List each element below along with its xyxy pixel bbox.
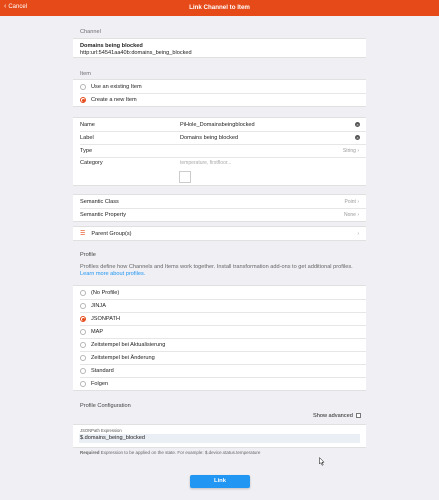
item-details-card: Name PiHole_Domainsbeingblocked × Label … [73, 117, 366, 186]
radio-icon [80, 302, 86, 309]
profile-option[interactable]: Zeitstempel bei Änderung [73, 351, 366, 364]
radio-icon [80, 328, 86, 335]
radio-icon [80, 83, 86, 90]
category-icon-box[interactable] [179, 171, 191, 183]
name-label: Name [80, 121, 95, 128]
label-row: Label Domains being blocked × [73, 131, 366, 144]
type-row[interactable]: Type String › [73, 144, 366, 157]
jsonpath-field-label: JSONPath Expression [80, 428, 122, 433]
profile-option[interactable]: MAP [73, 325, 366, 338]
learn-more-link[interactable]: Learn more about profiles. [80, 271, 145, 277]
radio-icon [80, 289, 86, 296]
channel-section-title: Channel [80, 29, 101, 35]
chevron-right-icon: › [357, 230, 359, 237]
parent-groups-label: Parent Group(s) [91, 230, 132, 237]
type-label: Type [80, 147, 93, 154]
radio-selected-icon [80, 315, 86, 322]
profile-option[interactable]: Folgen [73, 377, 366, 390]
semantic-class-label: Semantic Class [80, 198, 119, 205]
profile-section-title: Profile [80, 252, 96, 258]
category-label: Category [80, 160, 103, 166]
name-row: Name PiHole_Domainsbeingblocked × [73, 118, 366, 131]
checkbox-icon[interactable] [355, 413, 361, 419]
field-hint: Required Expression to be applied on the… [80, 450, 261, 455]
profile-config-title: Profile Configuration [80, 403, 131, 409]
channel-card: Domains being blocked http:url:54541aa40… [73, 38, 366, 58]
profile-option[interactable]: JINJA [73, 299, 366, 312]
option-label: Create a new Item [91, 96, 137, 103]
channel-name: Domains being blocked [80, 43, 143, 49]
group-list-icon: ☰ [80, 231, 86, 237]
clear-icon[interactable]: × [355, 135, 360, 140]
radio-icon [80, 367, 86, 374]
semantic-class-row[interactable]: Semantic Class Point › [73, 195, 366, 208]
label-label: Label [80, 134, 94, 141]
label-input[interactable]: Domains being blocked [180, 135, 355, 141]
radio-icon [80, 354, 86, 361]
navbar: ‹ Cancel Link Channel to Item [0, 0, 439, 16]
radio-icon [80, 380, 86, 387]
type-value: String › [342, 147, 359, 154]
profile-option[interactable]: JSONPATH [73, 312, 366, 325]
mouse-pointer-icon [319, 457, 325, 466]
semantic-property-row[interactable]: Semantic Property None › [73, 208, 366, 221]
show-advanced-toggle[interactable]: Show advanced [313, 413, 361, 419]
category-input[interactable]: temperature, firstfloor... [180, 160, 366, 166]
link-button[interactable]: Link [190, 475, 250, 488]
item-mode-card: Use an existing Item Create a new Item [73, 79, 366, 107]
option-label: Use an existing Item [91, 83, 142, 90]
clear-icon[interactable]: × [355, 122, 360, 127]
radio-selected-icon [80, 96, 86, 103]
use-existing-item-option[interactable]: Use an existing Item [73, 80, 366, 93]
profile-config-card: JSONPath Expression $.domains_being_bloc… [73, 424, 366, 448]
semantic-property-label: Semantic Property [80, 211, 127, 218]
semantic-property-value: None › [343, 211, 359, 218]
profile-option[interactable]: Standard [73, 364, 366, 377]
create-new-item-option[interactable]: Create a new Item [73, 93, 366, 106]
channel-uid: http:url:54541aa40b:domains_being_blocke… [80, 50, 192, 56]
profile-description: Profiles define how Channels and Items w… [80, 264, 353, 277]
profile-options-card: (No Profile) JINJA JSONPATH MAP Zeitstem… [73, 285, 366, 391]
profile-option[interactable]: (No Profile) [73, 286, 366, 299]
page-title: Link Channel to Item [189, 4, 250, 11]
category-row: Category temperature, firstfloor... [73, 157, 366, 187]
semantic-class-value: Point › [344, 198, 359, 205]
name-input[interactable]: PiHole_Domainsbeingblocked [180, 122, 355, 128]
item-section-title: Item [80, 71, 91, 77]
jsonpath-input[interactable]: $.domains_being_blocked [79, 434, 360, 443]
groups-card: ☰ Parent Group(s) › [73, 226, 366, 241]
semantics-card: Semantic Class Point › Semantic Property… [73, 194, 366, 222]
profile-option[interactable]: Zeitstempel bei Aktualisierung [73, 338, 366, 351]
radio-icon [80, 341, 86, 348]
parent-groups-row[interactable]: ☰ Parent Group(s) › [73, 227, 366, 240]
